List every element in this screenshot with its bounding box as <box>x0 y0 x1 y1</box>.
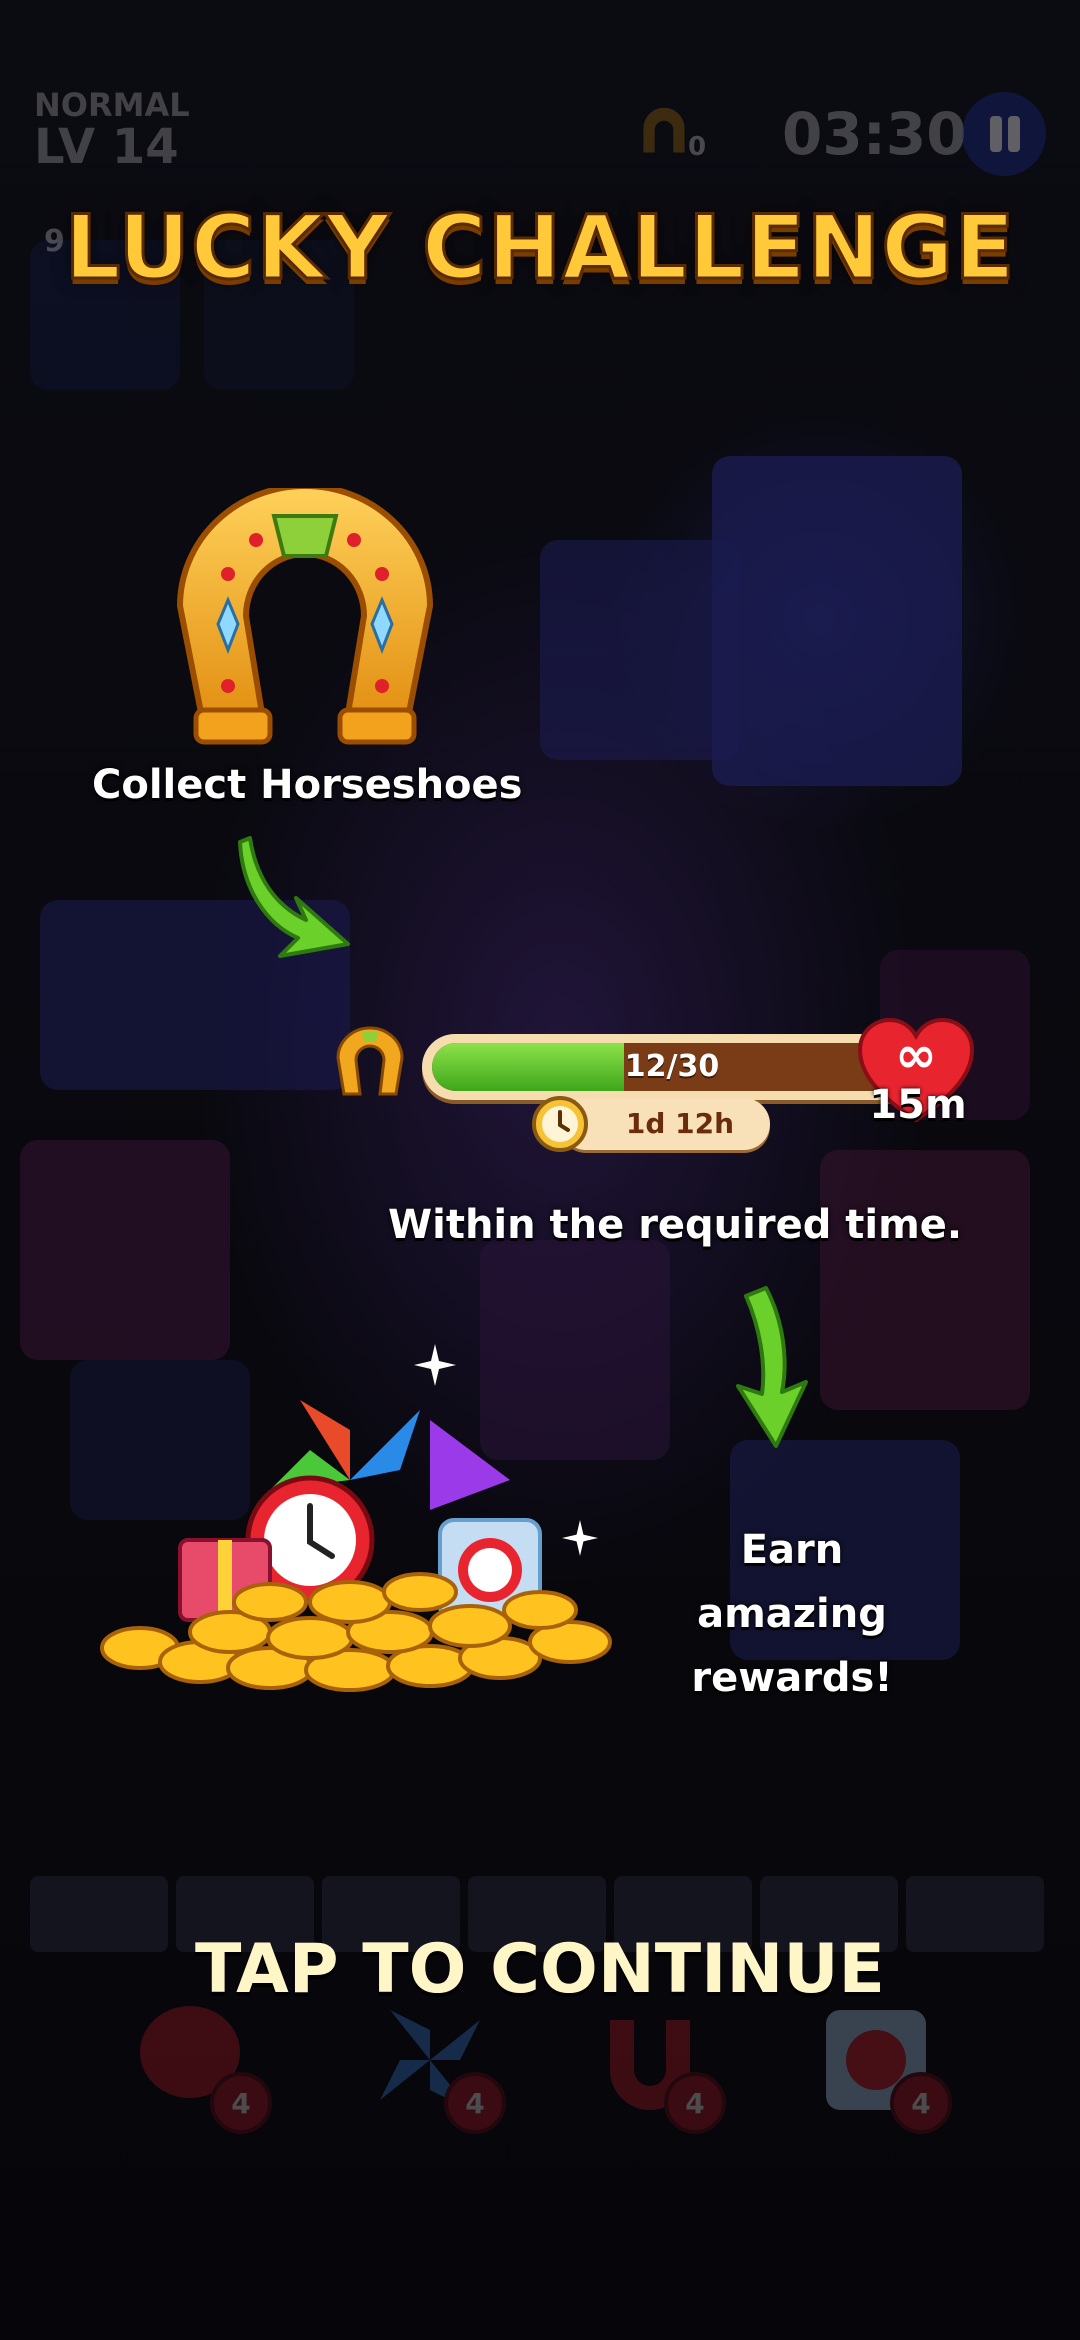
rewards-pile-icon <box>100 1400 612 1692</box>
booster-count: 4 <box>444 2072 506 2134</box>
arrow-down-icon <box>736 1286 808 1448</box>
booster-count: 4 <box>210 2072 272 2134</box>
within-time-text: Within the required time. <box>388 1202 963 1248</box>
golden-horseshoe-icon <box>177 488 433 745</box>
lives-infinity-symbol: ∞ <box>895 1026 937 1084</box>
booster-magnet[interactable]: 4 <box>580 1990 726 2134</box>
game-mode-label: NORMAL <box>34 86 190 124</box>
game-timer: 03:30 <box>782 100 967 168</box>
earn-rewards-line1: Earn amazing <box>697 1527 887 1637</box>
booster-frozen-clock[interactable]: 4 <box>806 1990 952 2134</box>
level-indicator: NORMAL LV 14 <box>34 88 190 172</box>
earn-rewards-line2: rewards! <box>691 1655 893 1701</box>
clock-icon <box>532 1096 588 1152</box>
booster-count: 4 <box>890 2072 952 2134</box>
time-remaining-text: 1d 12h <box>625 1107 735 1140</box>
lives-timer: 15m <box>869 1082 967 1128</box>
popup-title: LUCKY CHALLENGE <box>63 195 1016 301</box>
hud-horseshoe-icon <box>643 107 685 153</box>
booster-boxing-glove[interactable]: 4 <box>126 1990 272 2134</box>
progress-horseshoe-icon <box>336 1026 404 1096</box>
pause-button[interactable] <box>962 92 1046 176</box>
hud-horseshoe-count: 0 <box>688 132 707 162</box>
horseshoe-progress-bar: 12/30 <box>422 1034 922 1100</box>
booster-pinwheel[interactable]: 4 <box>360 1990 506 2134</box>
collect-horseshoes-text: Collect Horseshoes <box>92 762 523 808</box>
booster-count: 4 <box>664 2072 726 2134</box>
time-remaining-pill: 1d 12h <box>560 1098 770 1150</box>
level-label: LV 14 <box>34 119 179 175</box>
earn-rewards-text: Earn amazing rewards! <box>642 1518 942 1710</box>
progress-text: 12/30 <box>624 1049 720 1084</box>
tap-to-continue-button[interactable]: TAP TO CONTINUE <box>0 1930 1080 2009</box>
arrow-down-right-icon <box>238 836 350 958</box>
